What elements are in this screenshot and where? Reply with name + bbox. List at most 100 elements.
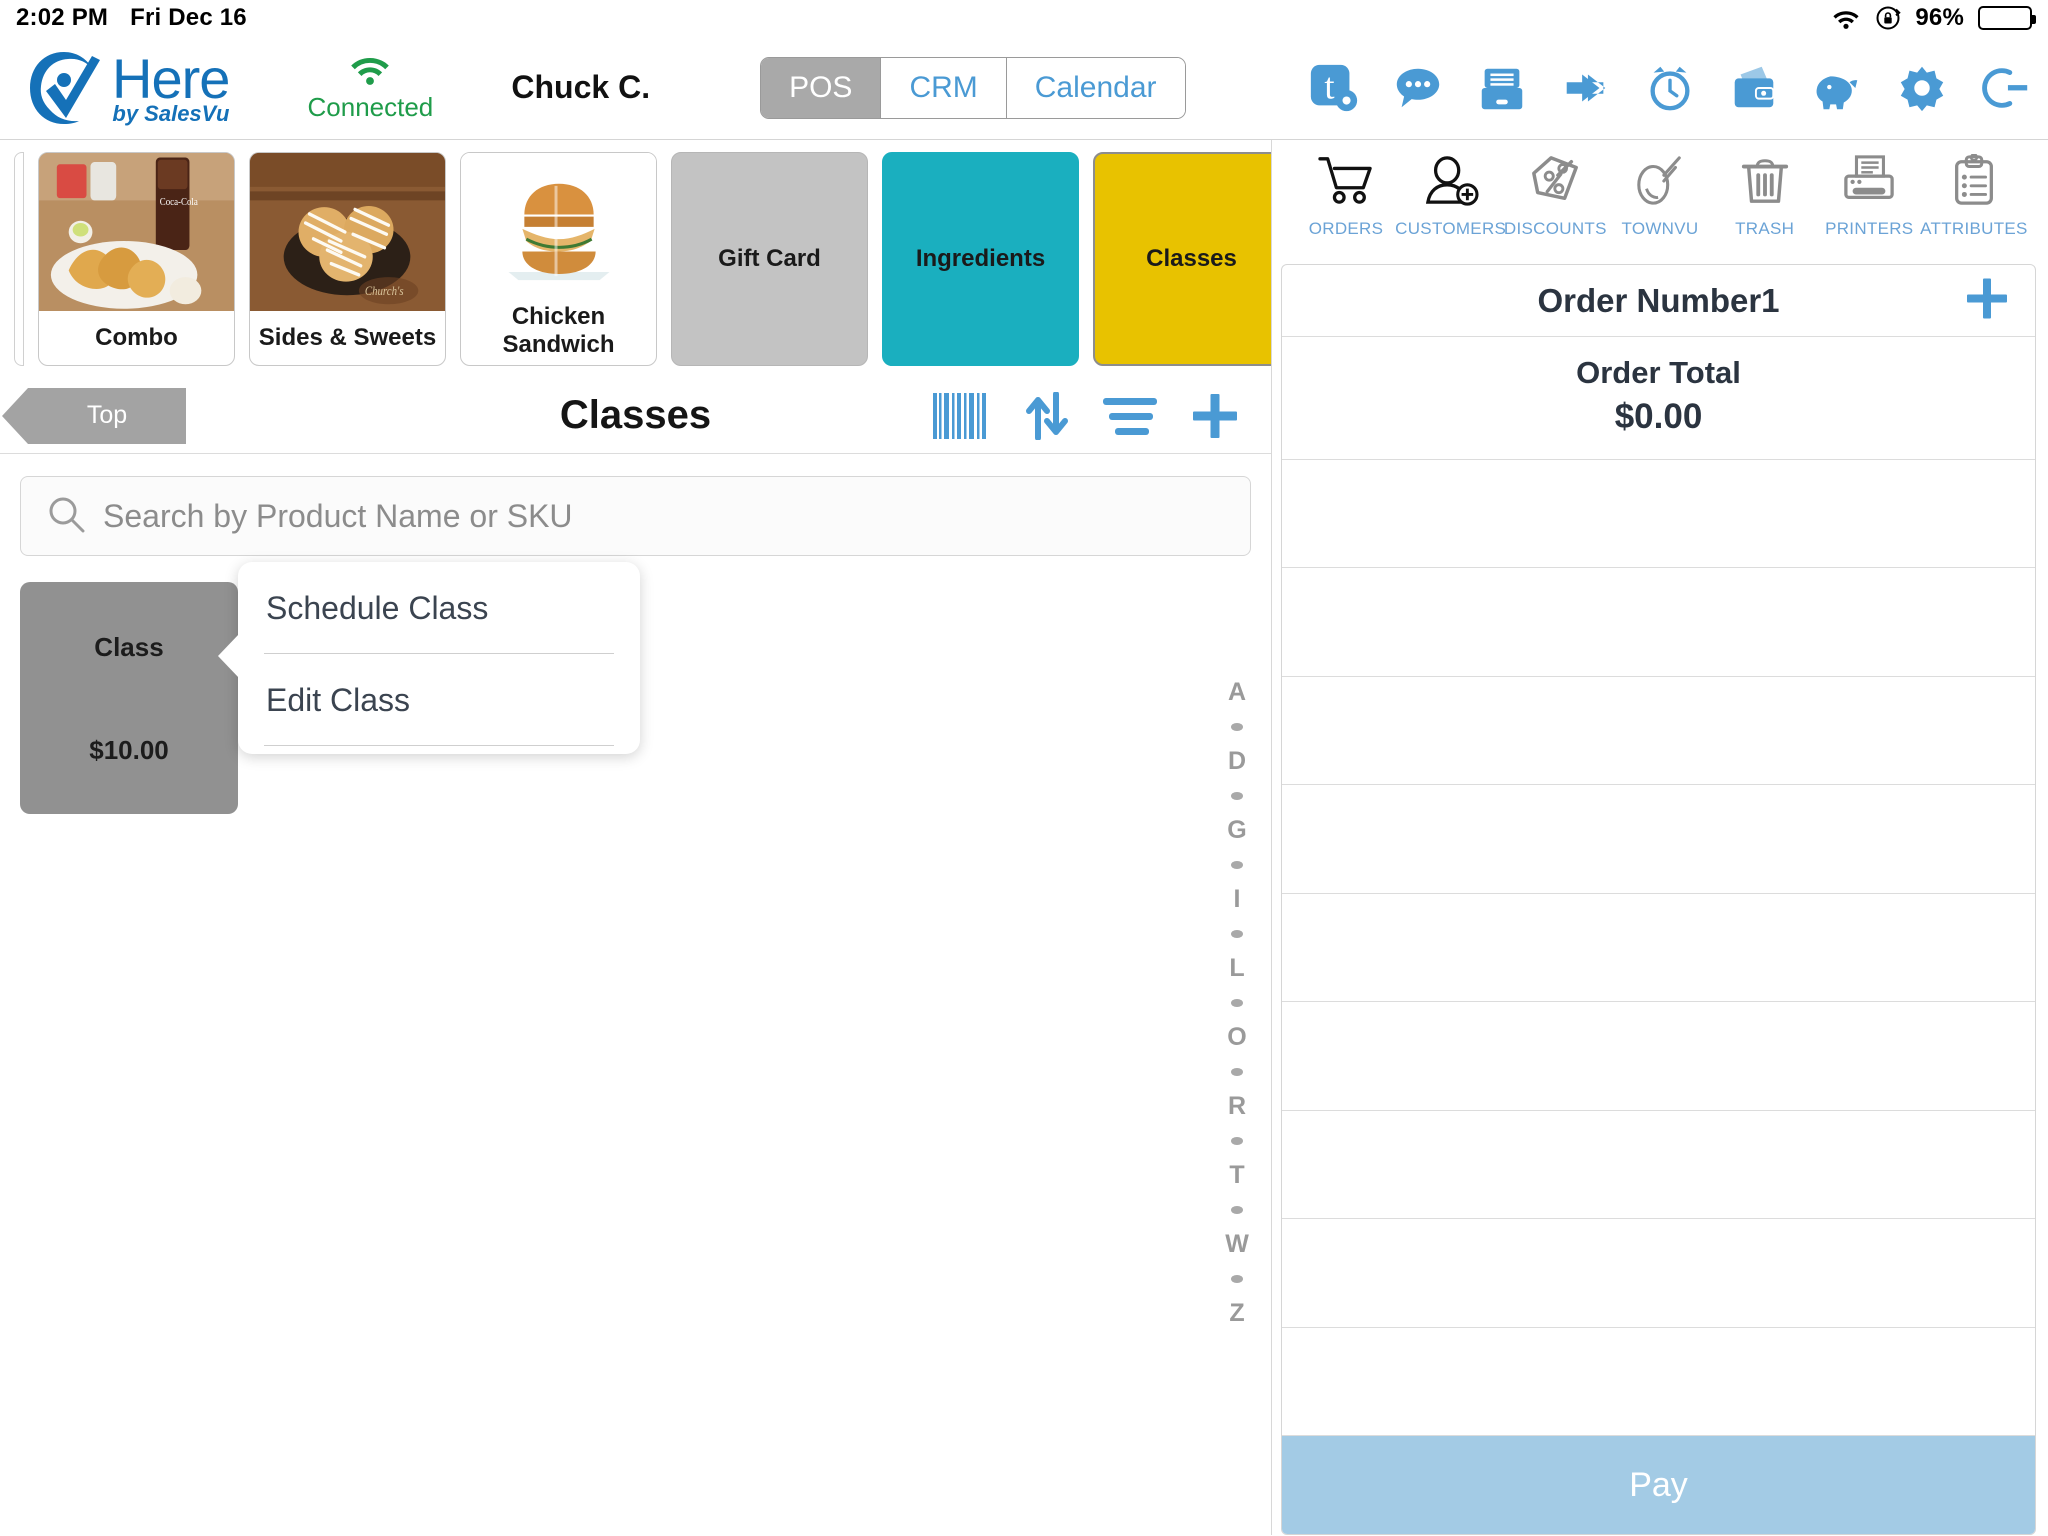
order-line-row [1282, 460, 2035, 569]
alpha-index-a[interactable]: A [1228, 680, 1246, 705]
alpha-index-w[interactable]: W [1225, 1232, 1249, 1257]
piggy-bank-icon[interactable] [1810, 60, 1866, 116]
clipboard-list-icon [1945, 153, 2003, 211]
pay-button[interactable]: Pay [1282, 1436, 2035, 1534]
category-tile-gift-card[interactable]: Gift Card [671, 152, 868, 366]
category-tile-sides-sweets[interactable]: Church's Sides & Sweets [249, 152, 446, 366]
alphabet-index[interactable]: A D G I L O R T W Z [1217, 680, 1257, 1326]
product-context-menu: Schedule Class Edit Class [218, 562, 640, 754]
mode-segmented-control[interactable]: POS CRM Calendar [760, 56, 1186, 119]
sort-arrows-icon[interactable] [1025, 391, 1069, 440]
search-input[interactable] [103, 497, 1224, 535]
status-date: Fri Dec 16 [130, 4, 247, 31]
category-label-classes: Classes [1146, 245, 1237, 273]
order-total-label: Order Total [1576, 355, 1741, 390]
alpha-index-dot[interactable] [1231, 792, 1243, 800]
alpha-index-g[interactable]: G [1227, 818, 1246, 843]
order-pane: ORDERS CUSTOMERS DISCOUNTS TOWNVU TRASH … [1271, 140, 2048, 1535]
order-line-row [1282, 568, 2035, 677]
ios-status-bar: 2:02 PM Fri Dec 16 96% [0, 0, 2048, 36]
order-total-value: $0.00 [1614, 397, 1703, 436]
product-tile-class[interactable]: Class $10.00 [20, 582, 238, 814]
alpha-index-i[interactable]: I [1234, 887, 1241, 912]
svg-text:Church's: Church's [365, 285, 404, 299]
category-tile-combo[interactable]: Coca-Cola Combo [38, 152, 235, 366]
order-total-block: Order Total $0.00 [1282, 337, 2035, 460]
alpha-index-dot[interactable] [1231, 1206, 1243, 1214]
toolbar-label-townvu: TOWNVU [1621, 219, 1699, 238]
order-panel: Order Number1 Order Total $0.00 Pay [1281, 264, 2036, 1535]
category-scroll-edge[interactable] [14, 152, 24, 366]
alpha-index-dot[interactable] [1231, 861, 1243, 869]
list-menu-icon[interactable] [1103, 396, 1157, 436]
category-thumb-chicken-sandwich [461, 153, 656, 297]
category-tile-ingredients[interactable]: Ingredients [882, 152, 1079, 366]
svg-text:t: t [1324, 65, 1334, 106]
tab-crm[interactable]: CRM [881, 57, 1007, 118]
wifi-connected-icon [348, 53, 392, 90]
alpha-index-o[interactable]: O [1227, 1025, 1246, 1050]
alpha-index-d[interactable]: D [1228, 749, 1246, 774]
catalog-pane: Coca-Cola Combo Church's Sides & Sweets … [0, 140, 1271, 1535]
menu-item-edit-class[interactable]: Edit Class [238, 654, 640, 745]
toolbar-orders[interactable]: ORDERS [1298, 154, 1394, 239]
category-tile-row: Coca-Cola Combo Church's Sides & Sweets … [0, 140, 1271, 378]
add-order-plus-icon[interactable] [1965, 276, 2009, 325]
alpha-index-dot[interactable] [1231, 1068, 1243, 1076]
barcode-icon[interactable] [933, 392, 991, 439]
category-label-ingredients: Ingredients [915, 245, 1046, 273]
alpha-index-dot[interactable] [1231, 930, 1243, 938]
tab-pos[interactable]: POS [761, 57, 882, 118]
toolbar-customers[interactable]: CUSTOMERS [1395, 154, 1506, 239]
printer-icon [1840, 154, 1898, 211]
alpha-index-dot[interactable] [1231, 999, 1243, 1007]
toolbar-attributes[interactable]: ATTRIBUTES [1920, 153, 2027, 239]
search-box[interactable] [20, 476, 1251, 556]
back-to-top-button[interactable]: Top [2, 387, 186, 444]
here-logo-icon [22, 46, 106, 130]
alpha-index-dot[interactable] [1231, 1275, 1243, 1283]
add-customer-icon [1422, 154, 1480, 211]
toolbar-discounts[interactable]: DISCOUNTS [1504, 154, 1606, 239]
trash-icon [1736, 154, 1794, 211]
toolbar-printers[interactable]: PRINTERS [1821, 154, 1917, 239]
catalog-subbar: Top Classes [0, 378, 1271, 454]
plus-icon[interactable] [1191, 392, 1239, 440]
toolbar-label-trash: TRASH [1735, 219, 1795, 238]
gear-icon[interactable] [1894, 60, 1950, 116]
status-time: 2:02 PM [16, 4, 109, 31]
order-number-label: Order Number1 [1537, 281, 1780, 319]
alarm-clock-icon[interactable] [1642, 60, 1698, 116]
alpha-index-z[interactable]: Z [1229, 1301, 1244, 1326]
exchange-arrows-icon[interactable] [1558, 60, 1614, 116]
order-line-row [1282, 1111, 2035, 1220]
main-body: Coca-Cola Combo Church's Sides & Sweets … [0, 140, 2048, 1535]
toolbar-townvu[interactable]: TOWNVU [1612, 154, 1708, 239]
battery-percent: 96% [1915, 4, 1964, 31]
category-tile-classes[interactable]: Classes [1093, 152, 1271, 366]
category-tile-chicken-sandwich[interactable]: Chicken Sandwich [460, 152, 657, 366]
tab-calendar[interactable]: Calendar [1006, 57, 1185, 118]
file-drawer-icon[interactable] [1474, 60, 1530, 116]
alpha-index-t[interactable]: T [1229, 1163, 1244, 1188]
logo-primary-text: Here [112, 46, 230, 110]
logout-icon[interactable] [1978, 60, 2034, 116]
menu-item-schedule-class[interactable]: Schedule Class [238, 562, 640, 653]
category-thumb-sides-sweets: Church's [250, 153, 445, 311]
alpha-index-r[interactable]: R [1228, 1094, 1246, 1119]
alpha-index-dot[interactable] [1231, 1137, 1243, 1145]
toolbar-trash[interactable]: TRASH [1717, 154, 1813, 239]
logo-secondary-text: by SalesVu [112, 100, 230, 126]
alpha-index-l[interactable]: L [1229, 956, 1244, 981]
tools-settings-icon[interactable]: t [1306, 60, 1362, 116]
alpha-index-dot[interactable] [1231, 723, 1243, 731]
connection-label: Connected [307, 91, 434, 122]
discount-tag-icon [1526, 154, 1584, 211]
wallet-cash-icon[interactable] [1726, 60, 1782, 116]
shopping-cart-icon [1317, 154, 1375, 211]
product-price: $10.00 [89, 735, 169, 765]
connection-status: Connected [305, 53, 435, 123]
wifi-icon [1831, 7, 1861, 29]
chat-bubble-icon[interactable] [1390, 60, 1446, 116]
order-header: Order Number1 [1282, 265, 2035, 337]
